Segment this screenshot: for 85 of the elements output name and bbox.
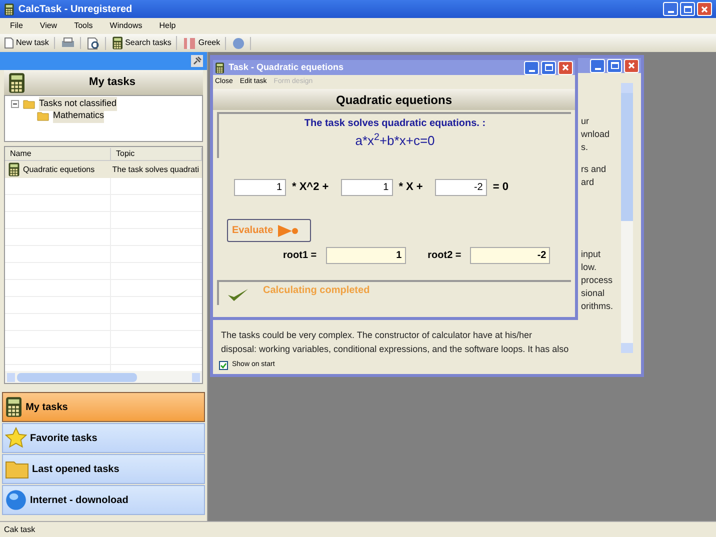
tree-item[interactable]: Tasks not classified	[39, 97, 117, 111]
close-button[interactable]	[697, 2, 712, 16]
root-field[interactable]: -2	[470, 247, 550, 264]
folder-icon	[23, 99, 35, 109]
help-text: s.	[581, 141, 590, 154]
help-text: disposal: working variables, conditional expressions, and the software loops. It has also	[221, 343, 569, 356]
equation-text: = 0	[492, 180, 508, 196]
help-text: ard	[581, 176, 596, 189]
tree-item[interactable]: Mathematics	[53, 109, 104, 123]
table-cell-text: The task solves quadrati	[111, 164, 200, 176]
menu-item[interactable]: Windows	[110, 20, 142, 32]
calculator-icon	[5, 396, 23, 418]
globe-icon	[5, 489, 27, 511]
close-icon	[701, 6, 708, 12]
flag-icon	[183, 36, 196, 50]
close-icon	[628, 62, 635, 69]
calculator-icon	[8, 72, 26, 94]
close-button[interactable]	[624, 58, 639, 72]
toolbar-button[interactable]: Greek	[183, 36, 226, 50]
help-text: orithms.	[581, 300, 614, 313]
pin-icon[interactable]	[191, 55, 203, 67]
help-text: The tasks could be very complex. The constructor of calculator have at his/her	[221, 329, 533, 342]
toolbar-button[interactable]: New task	[4, 37, 55, 49]
play-icon	[276, 222, 300, 238]
task-heading: Quadratic equetions	[213, 89, 575, 110]
print-preview-icon[interactable]	[86, 36, 100, 50]
maximize-button[interactable]	[541, 60, 556, 74]
document-icon	[4, 37, 14, 49]
formula: a*x$^{2}$+b*x+c=0	[355, 133, 435, 149]
help-text: sional	[581, 287, 606, 300]
close-icon	[562, 64, 569, 71]
calculator-icon	[4, 2, 14, 16]
description-text: The task solves quadratic equations. :	[304, 117, 486, 131]
menu-item[interactable]: File	[10, 20, 23, 32]
status-bar: Cak task	[0, 521, 716, 537]
minimize-button[interactable]	[590, 58, 605, 72]
root-label: root2 =	[428, 249, 462, 263]
table-cell: Quadratic equetions	[23, 164, 95, 176]
checkmark-icon	[227, 287, 249, 303]
coefficient-field[interactable]: -2	[434, 179, 487, 196]
printer-icon[interactable]	[60, 37, 75, 49]
window-title: Task - Quadratic equetions	[228, 60, 344, 74]
coefficient-field[interactable]: 1	[340, 179, 393, 196]
column-header[interactable]: Name	[5, 148, 111, 160]
window-title: CalcTask - Unregistered	[18, 2, 134, 16]
minimize-button[interactable]	[524, 60, 539, 74]
calculator-icon	[112, 36, 124, 50]
equation-text: * X^2 +	[292, 180, 329, 196]
help-text: ur	[581, 115, 590, 128]
nav-button[interactable]: My tasks	[2, 392, 205, 422]
equation-text: * X +	[398, 180, 423, 196]
panel-title: My tasks	[88, 75, 137, 90]
maximize-button[interactable]	[680, 2, 695, 16]
nav-button[interactable]: Internet - downoload	[2, 485, 205, 515]
help-text: low.	[581, 261, 598, 274]
coefficient-field[interactable]: 1	[234, 179, 286, 196]
toolbar-button[interactable]: Search tasks	[112, 36, 178, 50]
menu-item[interactable]: View	[40, 20, 58, 32]
checkbox[interactable]	[219, 360, 228, 370]
calculator-icon	[8, 162, 20, 177]
column-header[interactable]: Topic	[111, 148, 202, 160]
calculator-icon	[215, 62, 225, 74]
close-button[interactable]	[558, 60, 573, 74]
root-field[interactable]: 1	[326, 247, 406, 264]
help-text: rs and	[581, 163, 608, 176]
vertical-scrollbar[interactable]	[621, 83, 633, 353]
toolbar-icon-button[interactable]	[86, 36, 106, 50]
help-text: wnload	[581, 128, 611, 141]
help-text: input	[581, 248, 602, 261]
menu-item[interactable]: Help	[159, 20, 176, 32]
help-text: process	[581, 274, 614, 287]
status-message: Calculating completed	[263, 284, 370, 298]
folder-icon	[5, 459, 29, 479]
maximize-button[interactable]	[607, 58, 622, 72]
list-row[interactable]: Quadratic equetions The task solves quadrati	[5, 161, 202, 178]
nav-button[interactable]: Favorite tasks	[2, 423, 205, 453]
root-label: root1 =	[283, 249, 317, 263]
globe-icon[interactable]	[232, 36, 246, 50]
horizontal-scrollbar[interactable]	[5, 371, 202, 383]
collapse-icon[interactable]	[11, 100, 19, 108]
menu-item[interactable]: Tools	[74, 20, 93, 32]
nav-button[interactable]: Last opened tasks	[2, 454, 205, 484]
star-icon	[5, 427, 27, 449]
toolbar-icon-button[interactable]	[60, 37, 81, 49]
minimize-button[interactable]	[663, 2, 678, 16]
